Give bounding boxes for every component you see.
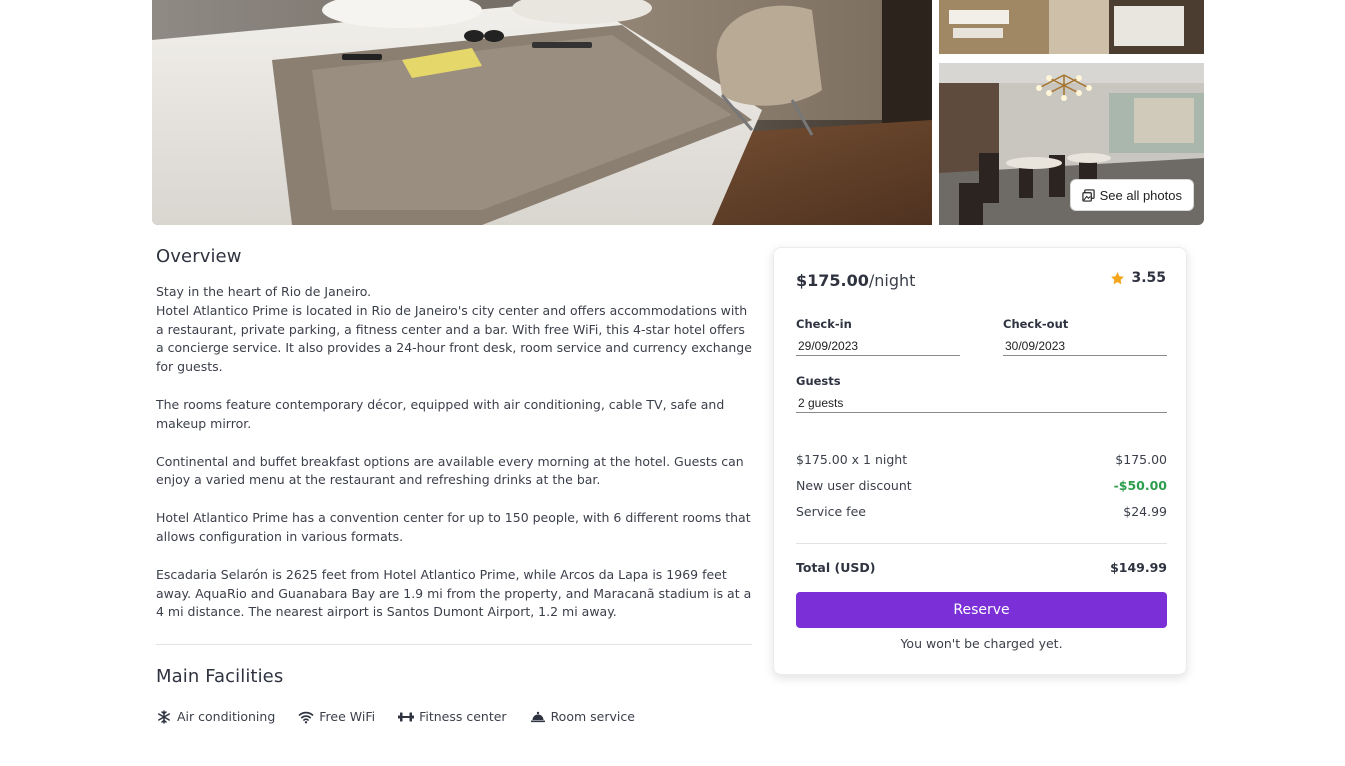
- rating-value: 3.55: [1131, 270, 1166, 286]
- line-item-value: $24.99: [1123, 504, 1167, 519]
- no-charge-note: You won't be charged yet.: [900, 636, 1063, 651]
- facility-label: Air conditioning: [177, 709, 276, 724]
- wifi-icon: [298, 711, 314, 723]
- price-value: $175.00: [796, 271, 869, 290]
- overview-paragraph: Stay in the heart of Rio de Janeiro.: [156, 284, 372, 299]
- checkout-date-input[interactable]: [1003, 336, 1167, 356]
- total-row: Total (USD) $149.99: [796, 560, 1167, 575]
- card-divider: [796, 543, 1167, 544]
- facility-fitness-center: Fitness center: [398, 709, 507, 724]
- snowflake-icon: [158, 709, 170, 724]
- line-item-value: $175.00: [1115, 452, 1167, 467]
- cloche-icon: [530, 711, 545, 722]
- main-facilities-title: Main Facilities: [156, 666, 284, 687]
- facility-air-conditioning: Air conditioning: [156, 709, 275, 724]
- service-fee-line-item: Service fee $24.99: [796, 504, 1167, 519]
- guests-input[interactable]: [796, 393, 1167, 413]
- nightly-price: $175.00 /night: [796, 271, 915, 290]
- discount-line-item: New user discount -$50.00: [796, 478, 1167, 493]
- overview-paragraph: Hotel Atlantico Prime is located in Rio …: [156, 302, 752, 375]
- overview-paragraph: Continental and buffet breakfast options…: [156, 453, 744, 488]
- line-item-label: Service fee: [796, 504, 866, 519]
- bathroom-photo[interactable]: [939, 0, 1204, 54]
- see-all-photos-button[interactable]: See all photos: [1069, 179, 1194, 211]
- facilities-list: Air conditioning Free WiFi Fitness cente…: [156, 709, 658, 724]
- price-line-item: $175.00 x 1 night $175.00: [796, 452, 1167, 467]
- facility-label: Free WiFi: [319, 709, 376, 724]
- booking-card: $175.00 /night 3.55 Check-in Check-out G…: [773, 247, 1187, 675]
- checkin-label: Check-in: [796, 317, 852, 331]
- overview-description: Stay in the heart of Rio de Janeiro. Hot…: [156, 283, 752, 622]
- reserve-button[interactable]: Reserve: [796, 592, 1167, 628]
- dumbbell-icon: [398, 712, 415, 721]
- line-item-label: $175.00 x 1 night: [796, 452, 908, 467]
- line-item-label: New user discount: [796, 478, 912, 493]
- section-divider: [156, 644, 752, 645]
- facility-label: Room service: [550, 709, 635, 724]
- star-icon: [1111, 271, 1125, 284]
- per-night-label: /night: [868, 271, 916, 290]
- facility-label: Fitness center: [419, 709, 507, 724]
- hotel-room-photo[interactable]: [152, 0, 932, 225]
- discount-value: -$50.00: [1113, 478, 1167, 493]
- overview-title: Overview: [156, 246, 242, 267]
- hotel-rating: 3.55: [1110, 270, 1166, 286]
- photo-gallery-icon: [1081, 188, 1095, 202]
- photo-gallery: See all photos: [152, 0, 1204, 225]
- overview-section: Overview Stay in the heart of Rio de Jan…: [156, 246, 752, 622]
- facility-room-service: Room service: [530, 709, 635, 724]
- guests-label: Guests: [796, 374, 841, 388]
- total-value: $149.99: [1110, 560, 1167, 575]
- checkout-label: Check-out: [1003, 317, 1069, 331]
- checkin-date-input[interactable]: [796, 336, 960, 356]
- see-all-photos-label: See all photos: [1099, 187, 1182, 203]
- overview-paragraph: The rooms feature contemporary décor, eq…: [156, 396, 725, 431]
- total-label: Total (USD): [796, 560, 876, 575]
- facility-free-wifi: Free WiFi: [298, 709, 375, 724]
- overview-paragraph: Hotel Atlantico Prime has a convention c…: [156, 510, 751, 544]
- overview-paragraph: Escadaria Selarón is 2625 feet from Hote…: [156, 566, 752, 620]
